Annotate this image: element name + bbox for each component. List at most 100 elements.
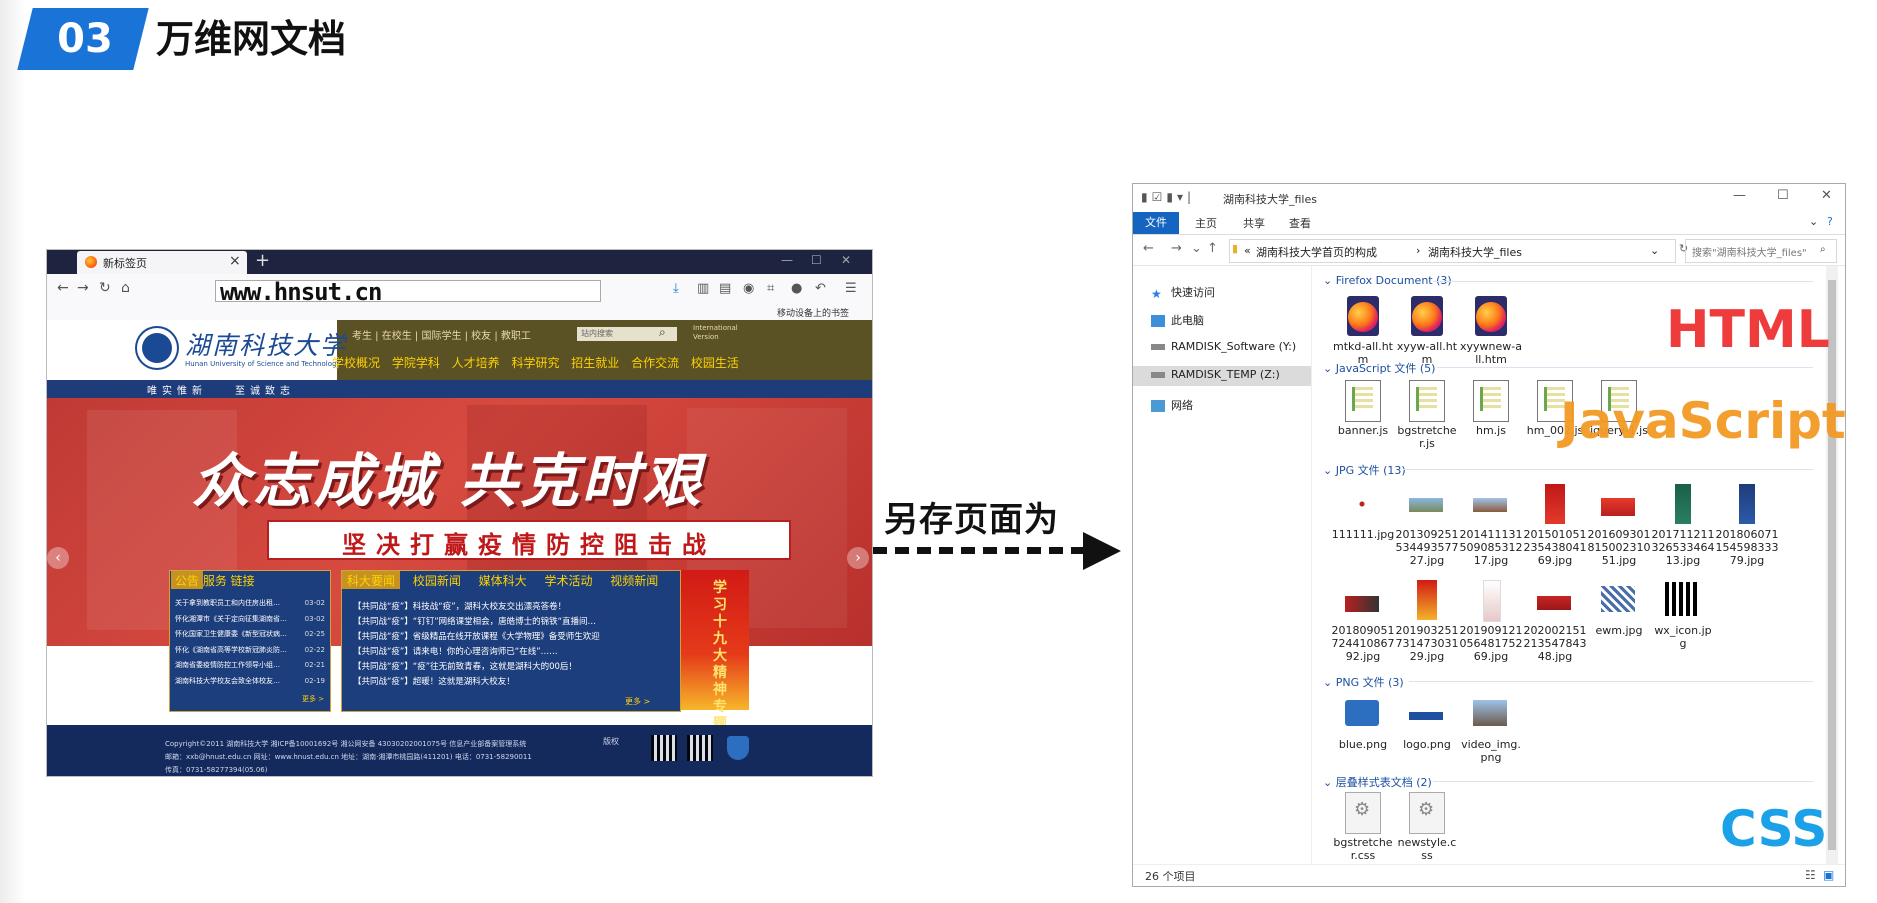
- new-tab-icon[interactable]: +: [255, 250, 270, 271]
- file-item[interactable]: wx_icon.jpg: [1651, 580, 1715, 670]
- nav-drive-y[interactable]: RAMDISK_Software (Y:): [1151, 340, 1296, 353]
- file-item[interactable]: newstyle.css: [1395, 792, 1459, 862]
- international-version-link[interactable]: International Version: [693, 324, 738, 342]
- explorer-search-input[interactable]: 搜索"湖南科技大学_files" ⌕: [1685, 239, 1837, 263]
- qr-code-icon[interactable]: [687, 735, 713, 761]
- file-item[interactable]: mtkd-all.htm: [1331, 296, 1395, 366]
- group-header-jpg[interactable]: ⌄ JPG 文件 (13): [1323, 462, 1406, 478]
- nav-network[interactable]: 网络: [1151, 397, 1193, 413]
- file-item[interactable]: 111111.jpg: [1331, 484, 1395, 574]
- close-window-icon[interactable]: ✕: [1821, 188, 1832, 203]
- file-item[interactable]: bgstretcher.js: [1395, 380, 1459, 450]
- search-icon[interactable]: ⌕: [659, 325, 666, 340]
- file-item[interactable]: xyyw-all.htm: [1395, 296, 1459, 366]
- list-item[interactable]: 【共同战“疫”】超暖！这就是湖科大校友！: [353, 675, 673, 690]
- file-item[interactable]: banner.js: [1331, 380, 1395, 440]
- ribbon-tab-home[interactable]: 主页: [1195, 215, 1217, 231]
- scrollbar-thumb[interactable]: [1828, 280, 1836, 850]
- url-bar[interactable]: www.hnsut.cn: [215, 278, 601, 306]
- file-item[interactable]: 20150105123543804169.jpg: [1523, 484, 1587, 574]
- nav-quick-access[interactable]: ★ 快速访问: [1151, 284, 1215, 301]
- help-icon[interactable]: ?: [1827, 215, 1833, 228]
- chat-icon[interactable]: ●: [791, 281, 802, 296]
- browser-tab[interactable]: 新标签页 ×: [77, 251, 247, 274]
- file-item[interactable]: ewm.jpg: [1587, 580, 1651, 670]
- maximize-icon[interactable]: ☐: [1777, 188, 1789, 203]
- list-item[interactable]: 【共同战“疫”】省级精品在线开放课程《大学物理》备受师生欢迎: [353, 630, 673, 645]
- university-logo-icon[interactable]: [137, 328, 177, 368]
- up-icon[interactable]: ↑: [1207, 241, 1218, 256]
- quick-access-toolbar[interactable]: ▮☑▮▾|: [1141, 190, 1195, 204]
- forward-icon[interactable]: →: [77, 280, 89, 296]
- sidebar-icon[interactable]: ▤: [719, 281, 731, 296]
- recent-locations-icon[interactable]: ⌄: [1191, 241, 1202, 256]
- audience-links[interactable]: 考生 | 在校生 | 国际学生 | 校友 | 教职工: [352, 327, 531, 342]
- file-item[interactable]: bgstretcher.css: [1331, 792, 1395, 862]
- group-header-css[interactable]: ⌄ 层叠样式表文档 (2): [1323, 774, 1432, 790]
- breadcrumb-parent[interactable]: 湖南科技大学首页的构成: [1256, 244, 1377, 260]
- menu-icon[interactable]: ☰: [845, 281, 857, 296]
- notice-tabs[interactable]: 公告 服务 链接: [175, 572, 255, 592]
- home-icon[interactable]: ⌂: [121, 280, 130, 296]
- list-item[interactable]: 03-02 怀化湘潭市《关于定向征集湖南省…: [175, 612, 325, 628]
- list-item[interactable]: 02-22 怀化《湖南省高等学校新冠肺炎防…: [175, 643, 325, 659]
- group-header-javascript[interactable]: ⌄ JavaScript 文件 (5): [1323, 360, 1435, 376]
- dropdown-icon[interactable]: ⌄: [1650, 244, 1659, 257]
- details-view-icon[interactable]: ☷: [1805, 868, 1816, 882]
- file-item[interactable]: logo.png: [1395, 694, 1459, 764]
- back-icon[interactable]: ←: [1143, 241, 1154, 256]
- security-badge-icon[interactable]: [727, 736, 749, 760]
- file-item[interactable]: 20130925153449357727.jpg: [1395, 484, 1459, 574]
- screenshot-icon[interactable]: ⌗: [767, 281, 774, 296]
- minimize-icon[interactable]: —: [1733, 188, 1746, 203]
- list-item[interactable]: 03-02 关于拿到教职员工和内住房出租…: [175, 596, 325, 612]
- large-icons-view-icon[interactable]: ▣: [1823, 868, 1834, 882]
- list-item[interactable]: 02-25 怀化国家卫生健康委《新型冠状病…: [175, 627, 325, 643]
- mobile-bookmarks[interactable]: 移动设备上的书签: [777, 306, 849, 319]
- file-item[interactable]: hm.js: [1459, 380, 1523, 440]
- forward-icon[interactable]: →: [1171, 241, 1182, 256]
- list-item[interactable]: 02-19 湖南科技大学校友会致全体校友…: [175, 674, 325, 690]
- site-main-nav[interactable]: 学校概况 学院学科 人才培养 科学研究 招生就业 合作交流 校园生活: [332, 354, 739, 371]
- library-icon[interactable]: ▥: [697, 281, 709, 296]
- undo-icon[interactable]: ↶: [815, 281, 826, 296]
- breadcrumb-current[interactable]: 湖南科技大学_files: [1428, 244, 1522, 260]
- nav-drive-z[interactable]: RAMDISK_TEMP (Z:): [1151, 368, 1280, 381]
- file-item[interactable]: 20190325173147303129.jpg: [1395, 580, 1459, 670]
- list-item[interactable]: 【共同战“疫”】科技战“疫”，湖科大校友交出漂亮答卷！: [353, 600, 673, 615]
- news-tabs[interactable]: 科大要闻 校园新闻 媒体科大 学术活动 视频新闻: [347, 572, 658, 589]
- qr-code-icon[interactable]: [651, 735, 677, 761]
- list-item[interactable]: 【共同战“疫”】“钉钉”网络课堂相会，唐皓博士的锦铁“直播间…: [353, 615, 673, 630]
- back-icon[interactable]: ←: [57, 280, 69, 296]
- maximize-icon[interactable]: ☐: [811, 253, 822, 267]
- university-name-logo[interactable]: 湖南科技大学: [185, 326, 347, 362]
- file-item[interactable]: blue.png: [1331, 694, 1395, 764]
- file-item[interactable]: xyywnew-all.htm: [1459, 296, 1523, 366]
- account-icon[interactable]: ◉: [743, 281, 754, 296]
- ribbon-tab-share[interactable]: 共享: [1243, 215, 1265, 231]
- file-item[interactable]: video_img.png: [1459, 694, 1523, 774]
- notice-more-link[interactable]: 更多 >: [302, 694, 324, 704]
- file-item[interactable]: 20141113150908531217.jpg: [1459, 484, 1523, 574]
- nav-this-pc[interactable]: 此电脑: [1151, 312, 1204, 328]
- group-header-png[interactable]: ⌄ PNG 文件 (3): [1323, 674, 1404, 690]
- list-item[interactable]: 【共同战“疫”】“疫”往无前致青春，这就是湖科大的00后！: [353, 660, 673, 675]
- file-item[interactable]: 20200215121354784348.jpg: [1523, 580, 1587, 670]
- list-item[interactable]: 02-21 湖南省委疫情防控工作领导小组…: [175, 658, 325, 674]
- news-more-link[interactable]: 更多 >: [625, 696, 650, 707]
- carousel-prev-icon[interactable]: ‹: [47, 547, 69, 569]
- file-item[interactable]: 20190912105648175269.jpg: [1459, 580, 1523, 670]
- file-item[interactable]: 20180607115459833379.jpg: [1715, 484, 1779, 574]
- list-item[interactable]: 【共同战“疫”】请来电！你的心理咨询师已“在线”……: [353, 645, 673, 660]
- file-item[interactable]: 20180905172441086792.jpg: [1331, 580, 1395, 670]
- ribbon-tab-file[interactable]: 文件: [1133, 212, 1179, 234]
- ribbon-tab-view[interactable]: 查看: [1289, 215, 1311, 231]
- minimize-icon[interactable]: —: [781, 253, 793, 267]
- expand-ribbon-icon[interactable]: ⌄: [1809, 215, 1818, 228]
- reload-icon[interactable]: ↻: [99, 280, 111, 296]
- file-item[interactable]: 20171121132653346413.jpg: [1651, 484, 1715, 574]
- copyright-link[interactable]: 版权: [603, 736, 619, 747]
- carousel-next-icon[interactable]: ›: [847, 547, 869, 569]
- file-item[interactable]: 20160930181500231051.jpg: [1587, 484, 1651, 574]
- close-tab-icon[interactable]: ×: [229, 253, 241, 269]
